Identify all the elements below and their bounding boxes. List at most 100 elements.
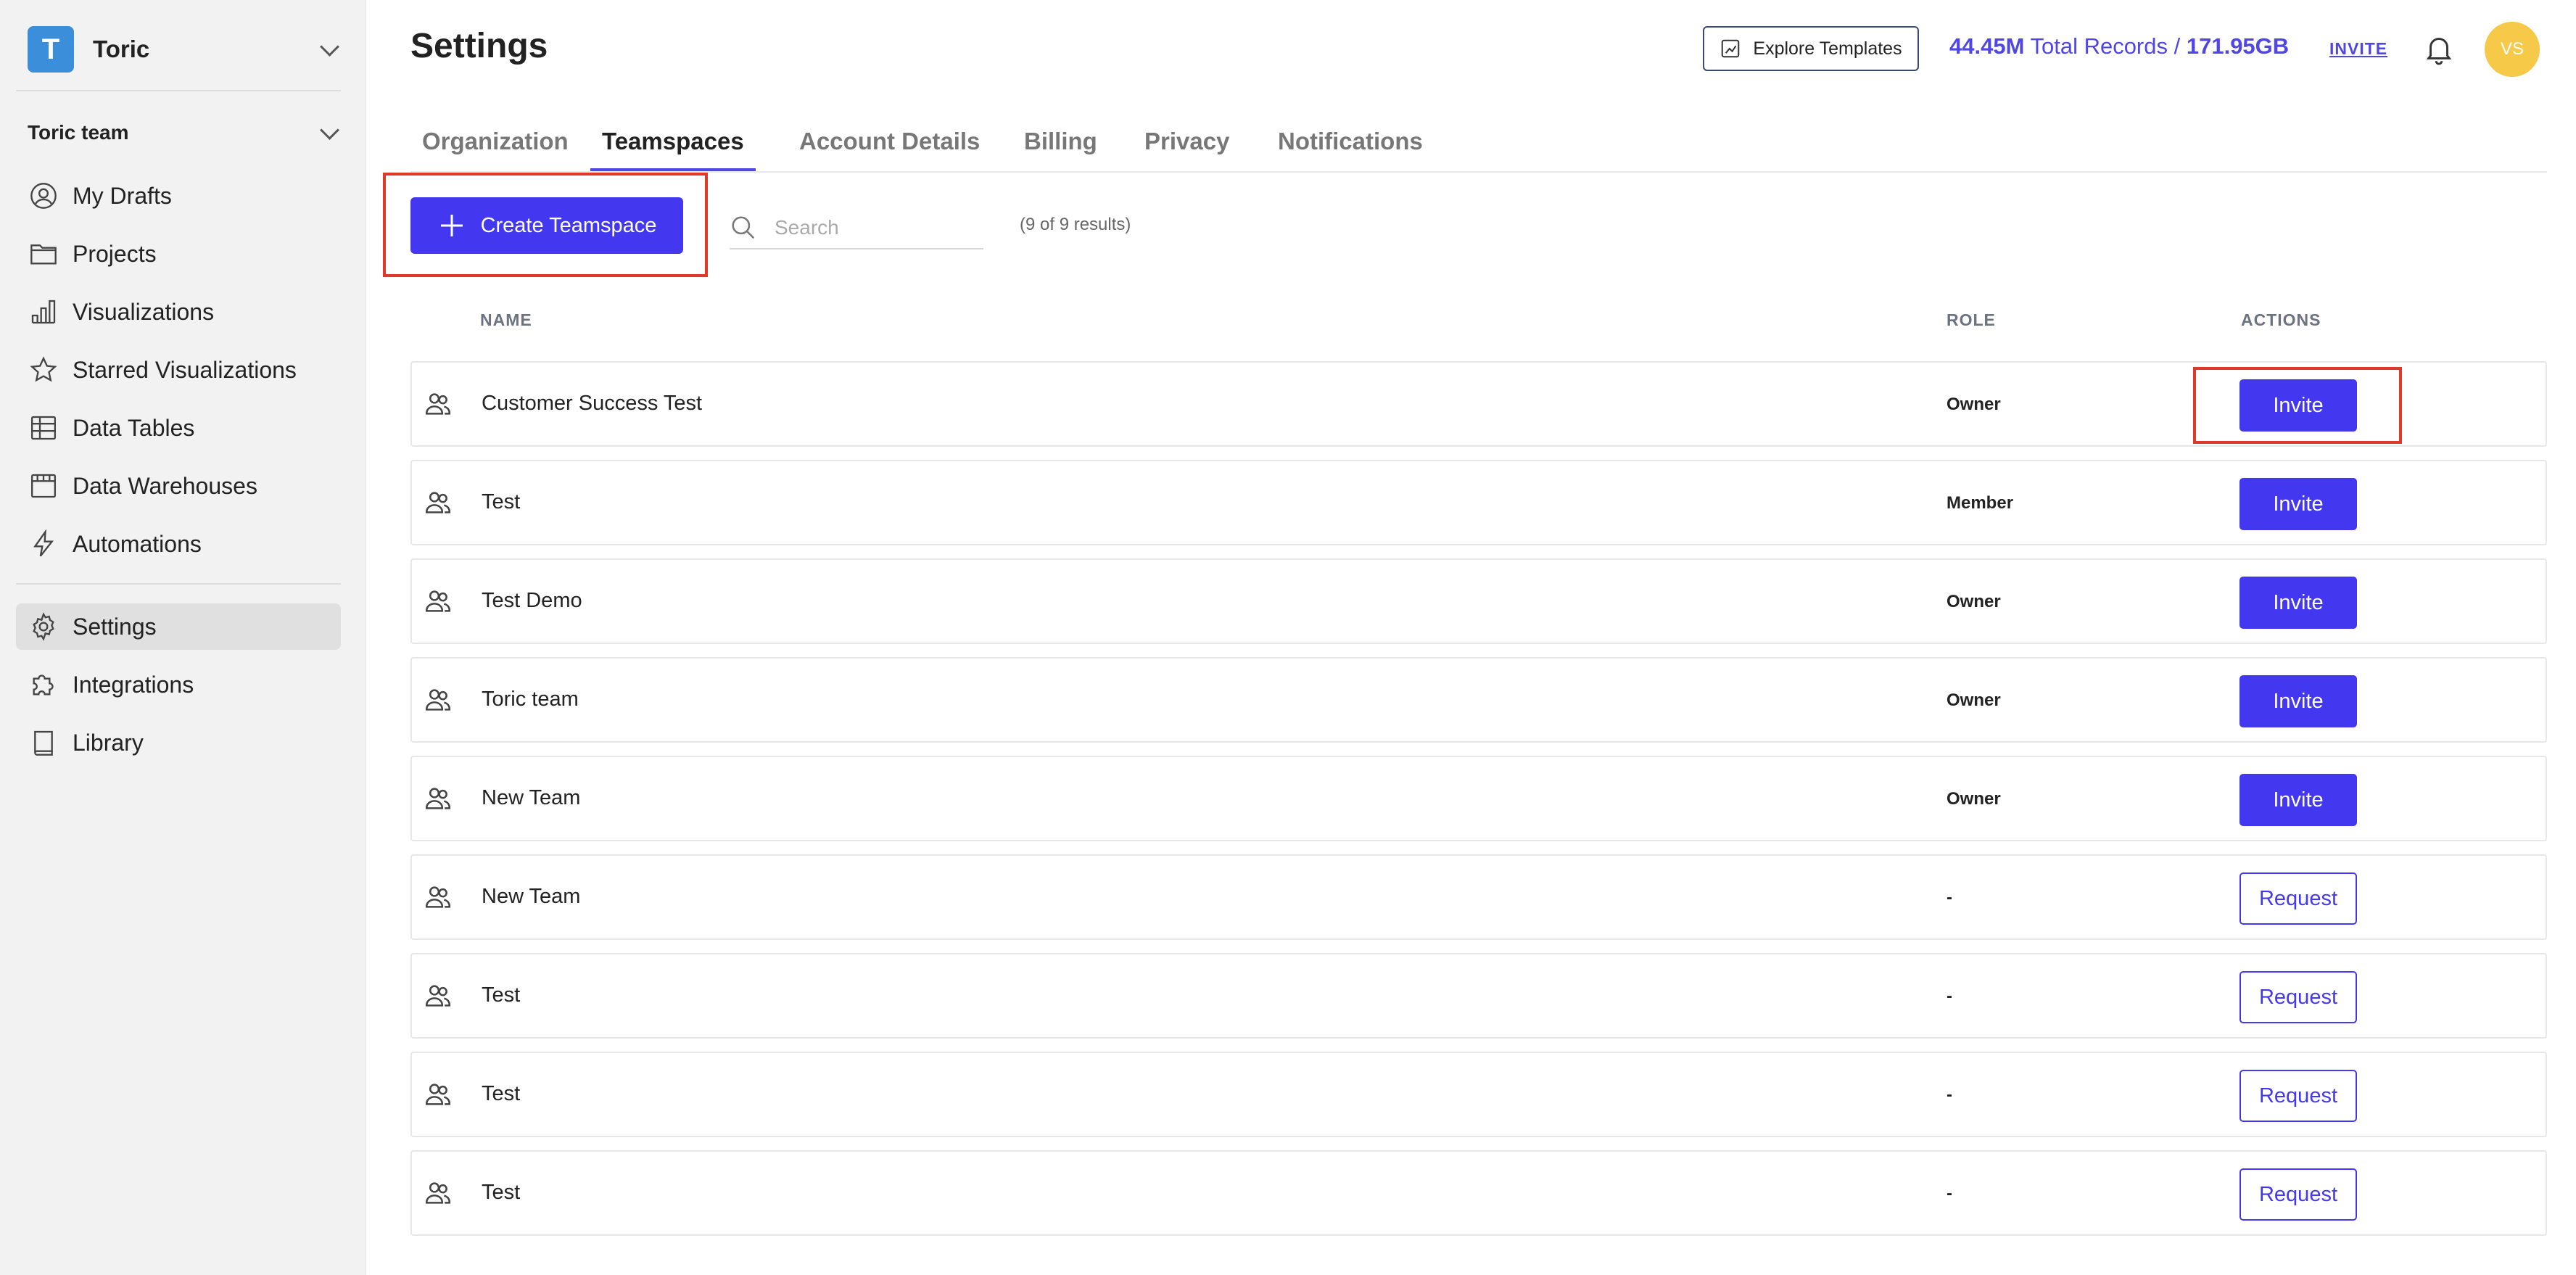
invite-link[interactable]: INVITE (2329, 39, 2387, 59)
sidebar-item-label: My Drafts (73, 182, 172, 209)
bell-icon[interactable] (2422, 32, 2456, 65)
tab-teamspaces[interactable]: Teamspaces (590, 128, 756, 171)
lightning-icon (28, 528, 59, 560)
workspace-logo: T (28, 26, 74, 73)
teamspace-role: - (1947, 888, 1952, 907)
explore-templates-button[interactable]: Explore Templates (1703, 26, 1919, 71)
records-count: 44.45M (1949, 33, 2025, 59)
sidebar-divider (16, 90, 341, 91)
teamspace-name: Customer Success Test (482, 392, 703, 415)
search-input[interactable] (773, 215, 965, 240)
table-row: New Team - Request (410, 854, 2547, 940)
invite-button[interactable]: Invite (2239, 774, 2357, 826)
sidebar-item-projects[interactable]: Projects (16, 231, 341, 277)
warehouse-icon (28, 470, 59, 502)
chart-icon (28, 296, 59, 328)
table-row: Test - Request (410, 1052, 2547, 1137)
teamspace-name: Test (482, 983, 521, 1007)
team-icon (425, 788, 451, 809)
book-icon (28, 727, 59, 759)
sidebar-item-my-drafts[interactable]: My Drafts (16, 173, 341, 219)
request-button[interactable]: Request (2239, 872, 2357, 925)
table-icon (28, 412, 59, 444)
highlight-box (383, 173, 708, 277)
template-icon (1722, 39, 1740, 58)
teamspace-name: Test (482, 1082, 521, 1105)
search-field[interactable] (730, 207, 983, 249)
storage-size: 171.95GB (2186, 33, 2290, 59)
column-header-role: ROLE (1947, 310, 1996, 329)
sidebar-item-integrations[interactable]: Integrations (16, 661, 341, 708)
table-row: Toric team Owner Invite (410, 657, 2547, 743)
explore-templates-label: Explore Templates (1753, 38, 1902, 59)
sidebar-item-label: Settings (73, 613, 157, 640)
team-switcher[interactable]: Toric team (28, 115, 347, 151)
teamspace-name: Test Demo (482, 589, 582, 612)
sidebar-item-visualizations[interactable]: Visualizations (16, 289, 341, 335)
workspace-name: Toric (93, 36, 150, 62)
tab-account-details[interactable]: Account Details (799, 128, 980, 171)
settings-tabs: Organization Teamspaces Account Details … (410, 122, 2547, 173)
table-row: New Team Owner Invite (410, 756, 2547, 841)
column-header-actions: ACTIONS (2241, 310, 2321, 329)
team-icon (425, 886, 451, 908)
chevron-down-icon (320, 36, 339, 57)
gear-icon (28, 611, 59, 643)
avatar[interactable]: VS (2485, 22, 2540, 77)
invite-button[interactable]: Invite (2239, 577, 2357, 629)
table-row: Test - Request (410, 1150, 2547, 1236)
team-icon (425, 1084, 451, 1105)
page-title: Settings (410, 27, 548, 65)
team-icon (425, 985, 451, 1007)
sidebar-item-data-warehouses[interactable]: Data Warehouses (16, 463, 341, 509)
team-icon (425, 689, 451, 711)
tab-organization[interactable]: Organization (422, 128, 569, 171)
teamspace-role: Owner (1947, 690, 2001, 710)
workspace-switcher[interactable]: T Toric (28, 26, 347, 73)
sidebar-item-label: Data Warehouses (73, 472, 257, 499)
puzzle-icon (28, 669, 59, 701)
teamspace-name: Test (482, 490, 521, 513)
sidebar-item-label: Projects (73, 240, 157, 267)
teamspace-name: New Team (482, 885, 581, 908)
request-button[interactable]: Request (2239, 971, 2357, 1023)
team-icon (425, 1182, 451, 1204)
sidebar-item-label: Automations (73, 530, 202, 557)
sidebar-item-settings[interactable]: Settings (16, 603, 341, 650)
sidebar-item-library[interactable]: Library (16, 719, 341, 766)
teamspace-name: New Team (482, 786, 581, 809)
invite-button[interactable]: Invite (2239, 478, 2357, 530)
team-icon (425, 393, 451, 415)
sidebar-item-automations[interactable]: Automations (16, 521, 341, 567)
teamspace-role: - (1947, 1085, 1952, 1105)
teamspace-role: Owner (1947, 395, 2001, 414)
folder-icon (28, 238, 59, 270)
table-row: Test Demo Owner Invite (410, 558, 2547, 644)
highlight-box (2193, 367, 2402, 444)
chevron-down-icon (320, 120, 339, 140)
request-button[interactable]: Request (2239, 1070, 2357, 1122)
tab-privacy[interactable]: Privacy (1144, 128, 1229, 171)
table-row: Test Member Invite (410, 460, 2547, 545)
sidebar-item-label: Integrations (73, 671, 194, 698)
request-button[interactable]: Request (2239, 1168, 2357, 1221)
teamspace-name: Toric team (482, 688, 579, 711)
sidebar: T Toric Toric team My Drafts Projects Vi… (0, 0, 366, 1275)
teamspace-role: - (1947, 986, 1952, 1006)
column-header-name: NAME (480, 310, 532, 329)
tab-billing[interactable]: Billing (1024, 128, 1097, 171)
sidebar-item-label: Data Tables (73, 414, 195, 441)
teamspace-role: Owner (1947, 789, 2001, 809)
sidebar-item-starred[interactable]: Starred Visualizations (16, 347, 341, 393)
star-icon (28, 354, 59, 386)
results-count: (9 of 9 results) (1020, 215, 1131, 234)
teamspace-role: Owner (1947, 592, 2001, 611)
team-label: Toric team (28, 121, 129, 144)
teamspace-role: Member (1947, 493, 2014, 513)
search-icon (732, 216, 755, 239)
sidebar-item-data-tables[interactable]: Data Tables (16, 405, 341, 451)
invite-button[interactable]: Invite (2239, 675, 2357, 727)
teamspace-name: Test (482, 1181, 521, 1204)
user-circle-icon (28, 180, 59, 212)
tab-notifications[interactable]: Notifications (1278, 128, 1423, 171)
